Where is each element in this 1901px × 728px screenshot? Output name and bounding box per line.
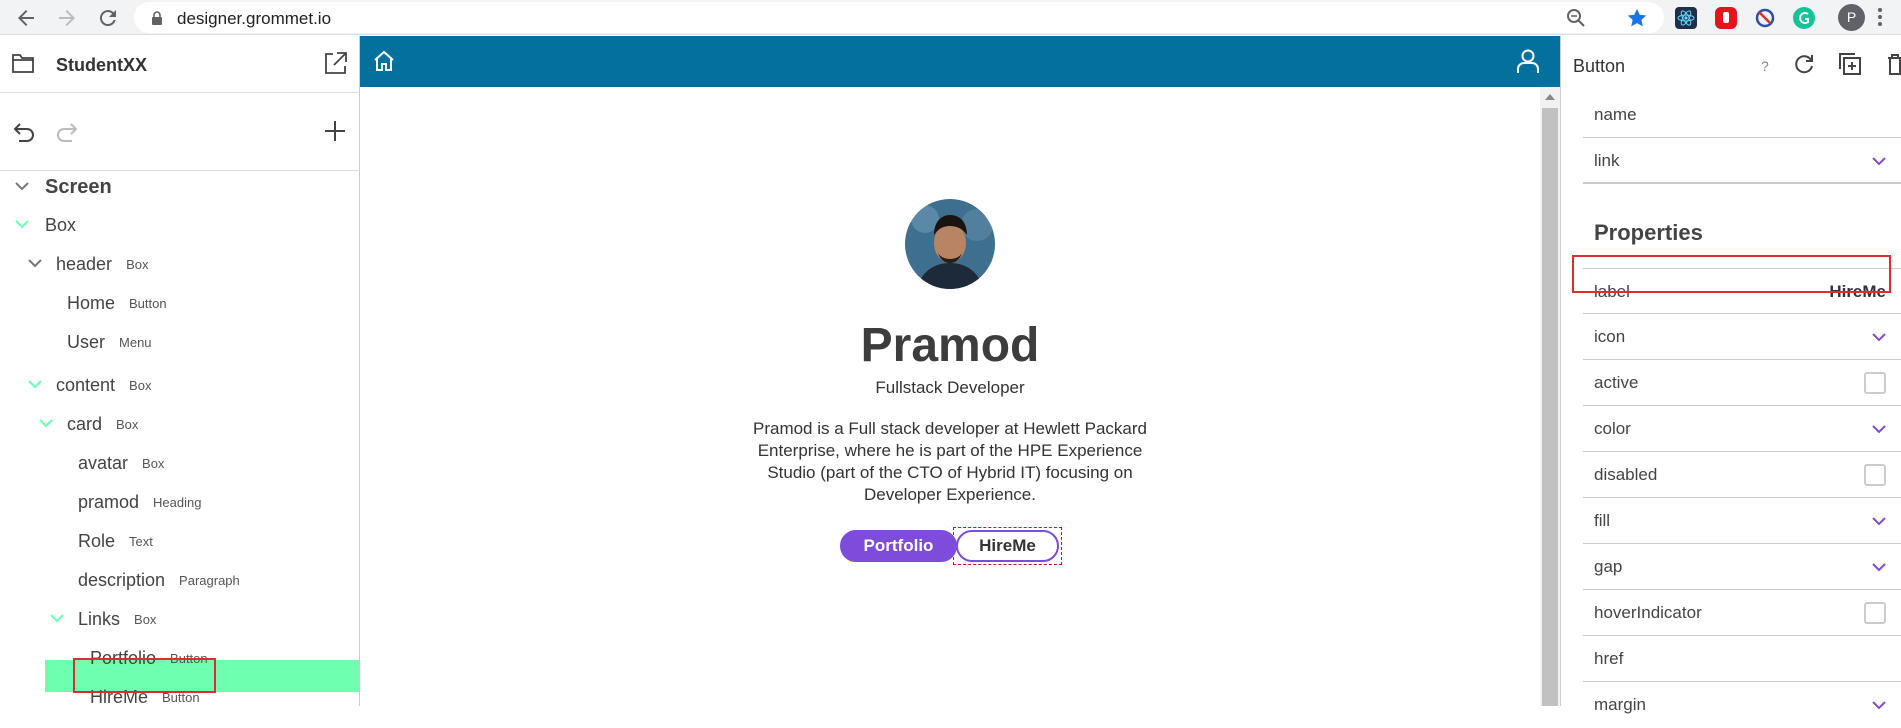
tree-node-pramod[interactable]: pramod Heading bbox=[78, 486, 201, 518]
prop-link-row[interactable]: link bbox=[1583, 138, 1901, 184]
hoverindicator-checkbox[interactable] bbox=[1864, 602, 1886, 624]
properties-panel: Button ? name link Properties label Hire… bbox=[1560, 36, 1901, 714]
prop-gap-row[interactable]: gap bbox=[1583, 544, 1901, 590]
canvas-scrollbar-thumb[interactable] bbox=[1542, 108, 1558, 706]
chevron-down-icon[interactable] bbox=[1872, 157, 1886, 166]
zoom-icon[interactable] bbox=[1566, 8, 1586, 28]
refresh-icon[interactable] bbox=[1793, 53, 1815, 75]
properties-header: Button ? bbox=[1561, 36, 1901, 94]
user-icon[interactable] bbox=[1515, 48, 1541, 74]
bookmark-star-icon[interactable] bbox=[1626, 7, 1648, 29]
back-icon[interactable] bbox=[14, 6, 38, 30]
edit-toolbar bbox=[0, 93, 360, 171]
profile-name-heading: Pramod bbox=[860, 319, 1040, 372]
chevron-down-icon[interactable] bbox=[28, 259, 42, 268]
undo-icon[interactable] bbox=[11, 122, 35, 142]
tree-node-links[interactable]: Links Box bbox=[50, 603, 156, 635]
address-bar[interactable]: designer.grommet.io bbox=[134, 2, 1664, 33]
scroll-up-arrow-icon[interactable] bbox=[1545, 94, 1555, 100]
tree-node-box[interactable]: Box bbox=[15, 209, 76, 241]
chevron-down-icon[interactable] bbox=[39, 419, 53, 428]
project-bar: StudentXX bbox=[0, 36, 360, 93]
grammarly-extension-icon[interactable] bbox=[1793, 7, 1815, 29]
more-menu-icon[interactable] bbox=[1877, 6, 1883, 28]
disabled-checkbox[interactable] bbox=[1864, 464, 1886, 486]
tree-node-content[interactable]: content Box bbox=[28, 369, 151, 401]
prop-name-row[interactable]: name bbox=[1583, 92, 1901, 138]
portfolio-button[interactable]: Portfolio bbox=[840, 530, 957, 562]
prop-margin-row[interactable]: margin bbox=[1583, 682, 1901, 728]
prop-active-row[interactable]: active bbox=[1583, 360, 1901, 406]
active-checkbox[interactable] bbox=[1864, 372, 1886, 394]
url-text: designer.grommet.io bbox=[177, 9, 332, 28]
chevron-down-icon[interactable] bbox=[15, 220, 29, 229]
layers-panel: StudentXX Screen Box header Box Home But… bbox=[0, 36, 360, 707]
prop-hoverindicator-row[interactable]: hoverIndicator bbox=[1583, 590, 1901, 636]
duplicate-icon[interactable] bbox=[1838, 52, 1862, 76]
redo-icon[interactable] bbox=[56, 122, 80, 142]
prop-fill-row[interactable]: fill bbox=[1583, 498, 1901, 544]
tree-node-user[interactable]: User Menu bbox=[67, 326, 152, 358]
tree-node-description[interactable]: description Paragraph bbox=[78, 564, 240, 596]
tree-node-header[interactable]: header Box bbox=[28, 248, 148, 280]
tree-node-avatar[interactable]: avatar Box bbox=[78, 447, 164, 479]
label-annotation-box bbox=[1572, 255, 1891, 293]
profile-description-paragraph: Pramod is a Full stack developer at Hewl… bbox=[752, 419, 1147, 504]
home-icon[interactable] bbox=[372, 49, 396, 73]
blocker-extension-icon[interactable] bbox=[1754, 7, 1776, 29]
profile-role-text: Fullstack Developer bbox=[875, 378, 1025, 397]
folder-icon[interactable] bbox=[11, 52, 35, 74]
chevron-down-icon[interactable] bbox=[1872, 517, 1886, 526]
chevron-down-icon[interactable] bbox=[1872, 333, 1886, 342]
prop-disabled-row[interactable]: disabled bbox=[1583, 452, 1901, 498]
chevron-down-icon[interactable] bbox=[28, 380, 42, 389]
selection-annotation-box bbox=[73, 658, 216, 693]
design-canvas: Pramod Fullstack Developer Pramod is a F… bbox=[360, 36, 1560, 706]
lock-icon bbox=[151, 11, 163, 25]
prop-href-row[interactable]: href bbox=[1583, 636, 1901, 682]
chevron-down-icon[interactable] bbox=[1872, 425, 1886, 434]
react-devtools-extension-icon[interactable] bbox=[1675, 7, 1697, 29]
tree-node-screen[interactable]: Screen bbox=[15, 171, 112, 203]
adblock-extension-icon[interactable] bbox=[1715, 7, 1737, 29]
browser-toolbar: designer.grommet.io P bbox=[0, 0, 1901, 35]
profile-avatar[interactable]: P bbox=[1838, 4, 1865, 31]
chevron-down-icon[interactable] bbox=[15, 182, 29, 191]
tree-node-home[interactable]: Home Button bbox=[67, 287, 167, 319]
help-icon[interactable]: ? bbox=[1761, 58, 1769, 74]
project-name[interactable]: StudentXX bbox=[56, 55, 147, 76]
chevron-down-icon[interactable] bbox=[50, 614, 64, 623]
chevron-down-icon[interactable] bbox=[1872, 563, 1886, 572]
tree-node-role[interactable]: Role Text bbox=[78, 525, 153, 557]
tree-node-card[interactable]: card Box bbox=[39, 408, 138, 440]
hireme-button[interactable]: HireMe bbox=[956, 530, 1059, 562]
share-external-icon[interactable] bbox=[323, 50, 349, 76]
prop-color-row[interactable]: color bbox=[1583, 406, 1901, 452]
app-header bbox=[360, 36, 1560, 87]
delete-icon[interactable] bbox=[1886, 52, 1901, 76]
avatar bbox=[905, 199, 995, 289]
forward-icon[interactable] bbox=[55, 6, 79, 30]
component-type-title: Button bbox=[1573, 56, 1626, 76]
prop-icon-row[interactable]: icon bbox=[1583, 314, 1901, 360]
reload-icon[interactable] bbox=[96, 6, 120, 30]
add-icon[interactable] bbox=[324, 120, 346, 142]
